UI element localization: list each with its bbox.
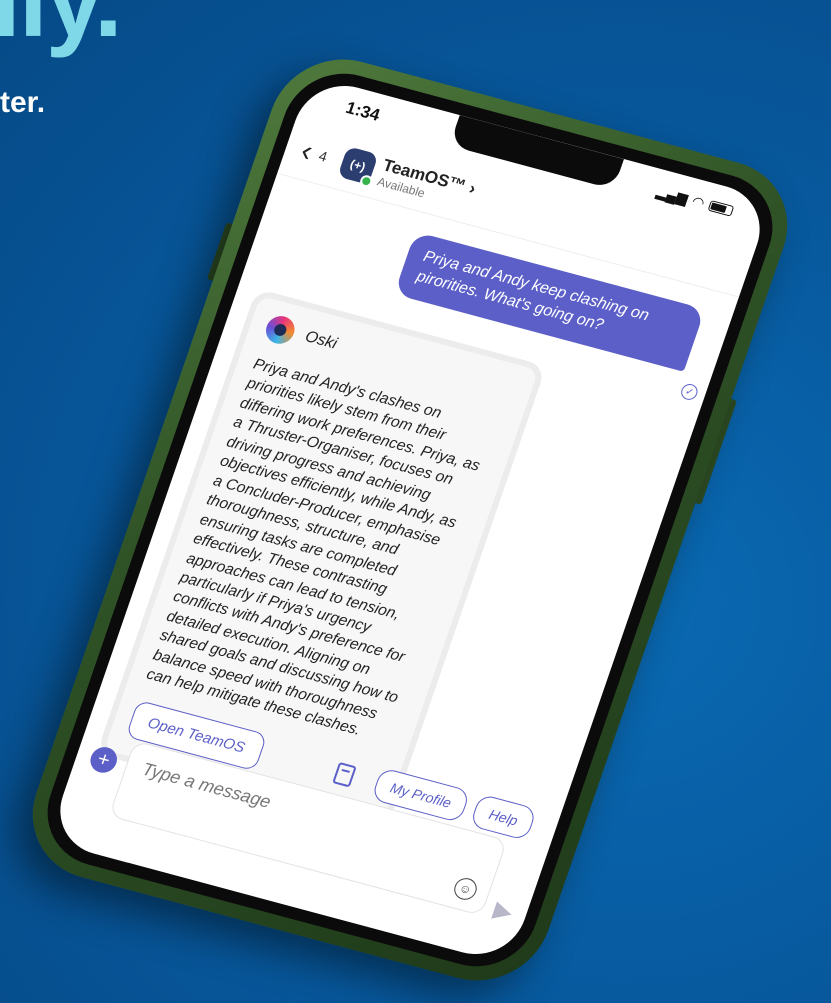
back-count[interactable]: 4 [317,147,330,164]
bot-card-body: Priya and Andy's clashes on priorities l… [144,355,483,740]
emoji-icon[interactable]: ☺ [451,875,480,903]
teamos-bot-icon[interactable]: (+) [337,145,379,188]
read-receipt-icon: ✓ [679,382,700,402]
hero-headline: ily. [0,0,123,59]
phone-mockup: 1:34 ▂▄▆ ◠ ‹ 4 (+) TeamOS™ › Available P… [13,43,807,997]
chat-header-text[interactable]: TeamOS™ › Available [376,155,479,212]
plus-icon[interactable]: + [86,744,121,776]
phone-screen: 1:34 ▂▄▆ ◠ ‹ 4 (+) TeamOS™ › Available P… [47,75,773,965]
signal-icon: ▂▄▆ [654,182,691,206]
status-icons: ▂▄▆ ◠ [654,183,735,219]
battery-icon [707,199,735,217]
phone-frame: 1:34 ▂▄▆ ◠ ‹ 4 (+) TeamOS™ › Available P… [13,43,807,997]
message-list: Priya and Andy keep clashing on piroriti… [86,179,736,851]
presence-available-icon [358,173,375,188]
oski-avatar-icon [262,313,299,347]
hero-subhead: ter. [0,86,46,119]
send-icon[interactable] [491,901,515,924]
status-time: 1:34 [343,97,383,125]
wifi-icon: ◠ [690,192,707,211]
phone-bezel: 1:34 ▂▄▆ ◠ ‹ 4 (+) TeamOS™ › Available P… [31,60,789,980]
chevron-left-icon[interactable]: ‹ [297,134,317,168]
bot-card-sender: Oski [302,328,340,353]
